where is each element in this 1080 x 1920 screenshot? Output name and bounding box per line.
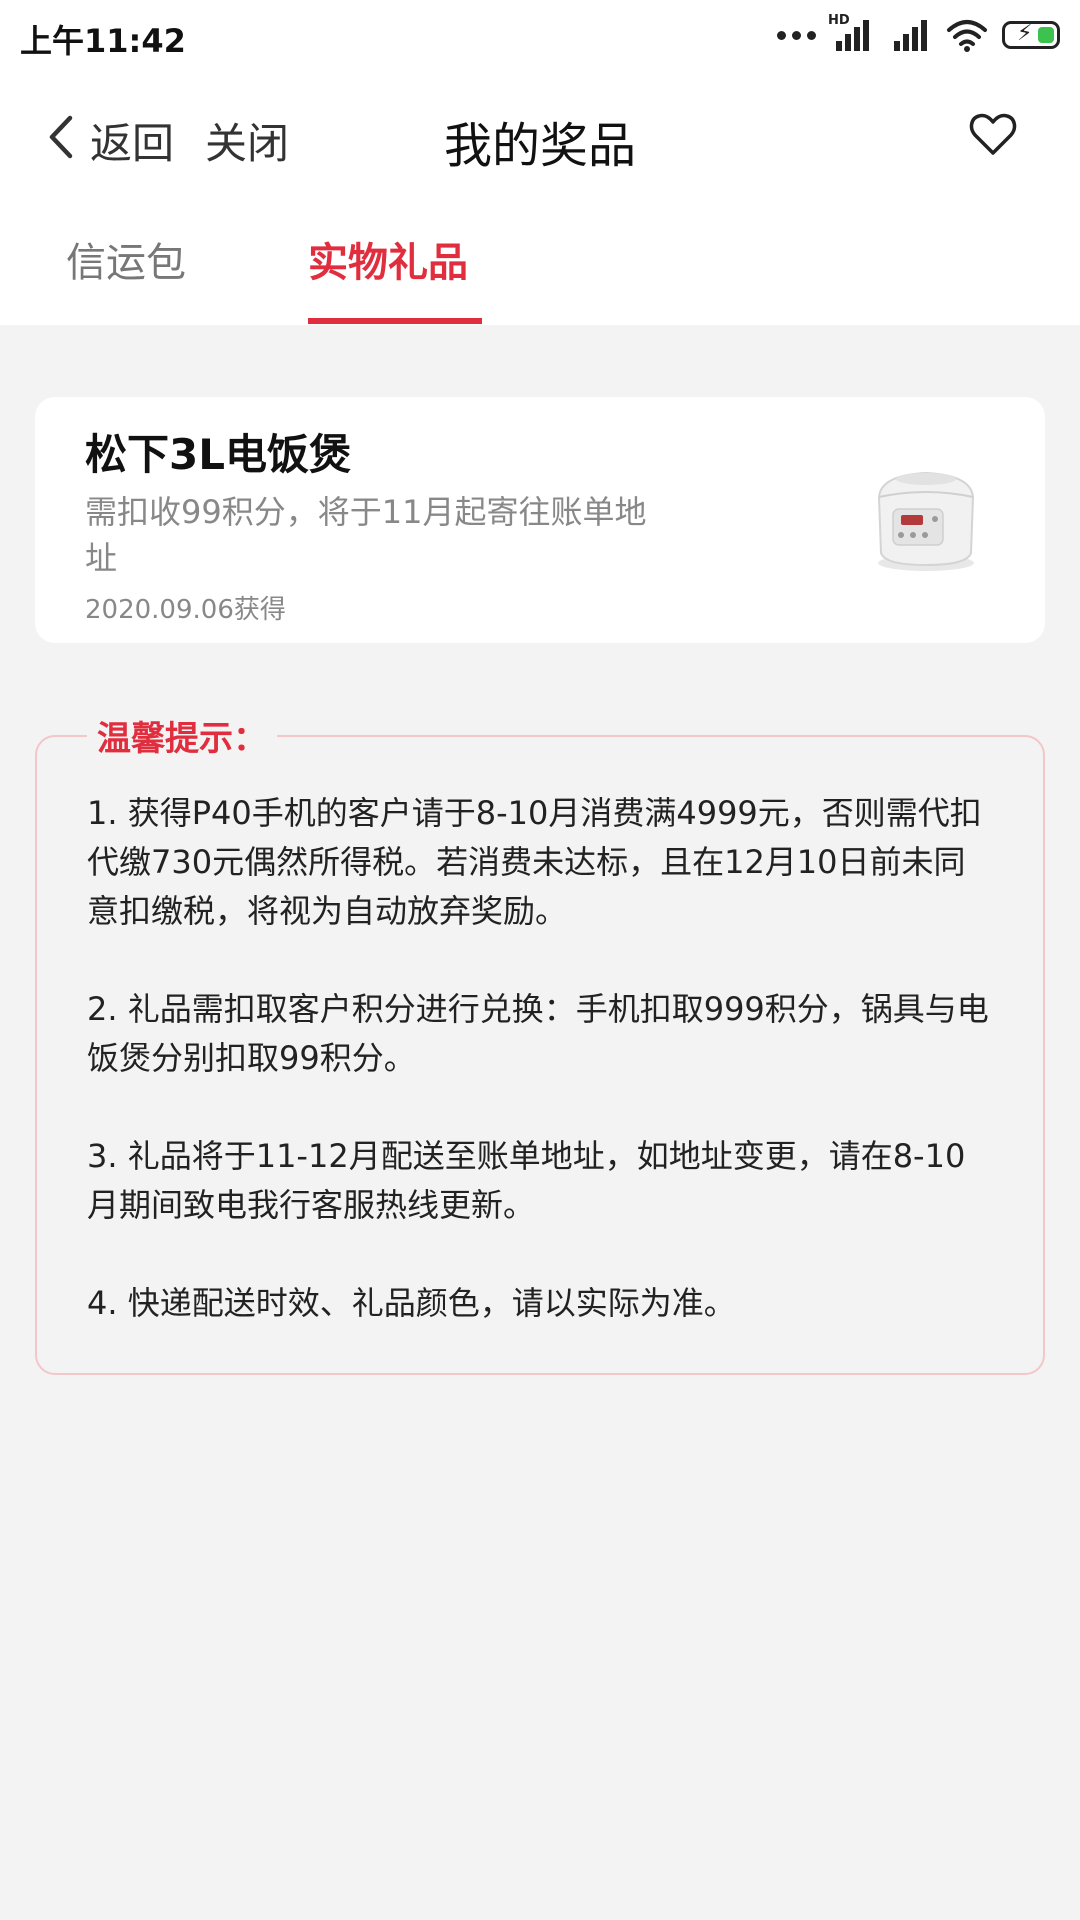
status-bar: 上午11:42 HD ⚡	[0, 0, 1080, 72]
status-icons: HD ⚡	[777, 13, 1060, 56]
tips-title: 温馨提示：	[87, 711, 277, 760]
rice-cooker-image	[877, 471, 975, 571]
back-button[interactable]: 返回	[90, 110, 174, 171]
prize-card[interactable]: 松下3L电饭煲 需扣收99积分，将于11月起寄往账单地址 2020.09.06获…	[35, 397, 1045, 643]
nav-bar: 返回 关闭 我的奖品	[0, 72, 1080, 202]
tip-item-3: 3. 礼品将于11-12月配送至账单地址，如地址变更，请在8-10月期间致电我行…	[87, 1137, 966, 1224]
tab-bar: 信运包 实物礼品	[0, 202, 1080, 325]
signal-icon: HD	[828, 13, 874, 51]
prize-title: 松下3L电饭煲	[85, 430, 351, 479]
prize-description: 需扣收99积分，将于11月起寄往账单地址	[85, 493, 647, 577]
battery-icon: ⚡	[1002, 21, 1060, 49]
back-chevron-icon[interactable]	[44, 112, 78, 162]
tips-list: 1. 获得P40手机的客户请于8-10月消费满4999元，否则需代扣代缴730元…	[87, 789, 997, 1328]
heart-icon[interactable]	[968, 110, 1018, 160]
wifi-icon	[947, 20, 987, 52]
tip-item-2: 2. 礼品需扣取客户积分进行兑换：手机扣取999积分，锅具与电饭煲分别扣取99积…	[87, 990, 989, 1077]
tip-item-1: 1. 获得P40手机的客户请于8-10月消费满4999元，否则需代扣代缴730元…	[87, 794, 982, 930]
active-tab-indicator	[308, 318, 482, 324]
status-time: 上午11:42	[20, 22, 186, 60]
prize-date: 2020.09.06获得	[85, 595, 286, 625]
tip-item-4: 4. 快递配送时效、礼品颜色，请以实际为准。	[87, 1284, 736, 1322]
tab-xinyunbao[interactable]: 信运包	[66, 230, 186, 288]
signal-icon-2	[888, 19, 932, 51]
tips-box: 温馨提示： 1. 获得P40手机的客户请于8-10月消费满4999元，否则需代扣…	[35, 711, 1045, 1375]
close-button[interactable]: 关闭	[205, 110, 289, 171]
tab-physical-gifts[interactable]: 实物礼品	[308, 230, 468, 288]
network-type-label: HD	[828, 13, 850, 28]
more-dots-icon	[777, 30, 816, 40]
